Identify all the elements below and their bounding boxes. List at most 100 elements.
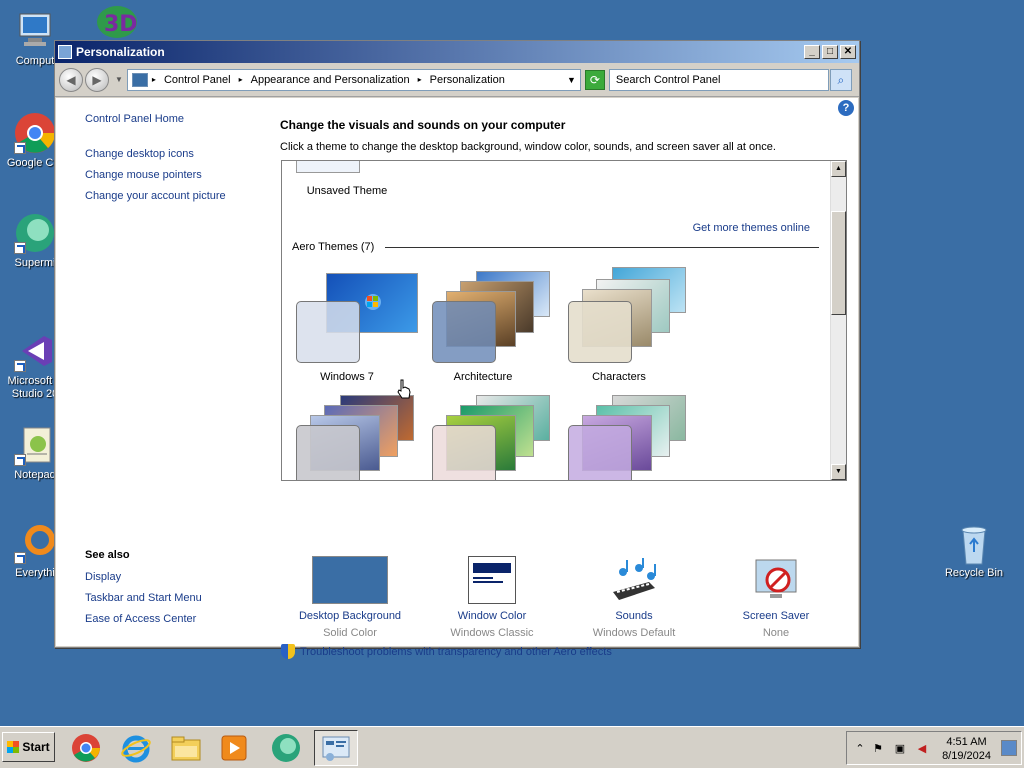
theme-color-swatch [432, 301, 496, 363]
theme-color-swatch [296, 425, 360, 480]
search-input[interactable]: Search Control Panel [608, 68, 829, 91]
clock-time: 4:51 AM [946, 736, 987, 748]
theme-label: Architecture [453, 371, 513, 383]
see-also-heading: See also [85, 549, 130, 561]
theme-unsaved[interactable]: Unsaved Theme [282, 161, 412, 197]
hand-cursor-icon [397, 379, 411, 399]
taskbar-supermium[interactable] [264, 730, 308, 766]
system-tray: ⌃ ⚑ ▣ ◀ 4:51 AM 8/19/2024 [846, 731, 1022, 765]
breadcrumb-control-panel[interactable]: Control Panel [164, 74, 231, 86]
close-button[interactable]: ✕ [840, 45, 856, 59]
theme-color-swatch [296, 301, 360, 363]
minimize-button[interactable]: _ [804, 45, 820, 59]
visual-studio-icon [14, 330, 56, 372]
windows-logo-icon [7, 741, 20, 753]
taskbar: Start ⌃ ⚑ ▣ ◀ 4:51 AM 8/19/2024 [0, 726, 1024, 768]
breadcrumb-personalization[interactable]: Personalization [430, 74, 505, 86]
internet-explorer-icon [121, 735, 151, 763]
shortcut-arrow-icon [14, 242, 26, 254]
chrome-icon [14, 112, 56, 154]
theme-scenes[interactable] [554, 395, 686, 480]
window-color-link[interactable]: Window Color [422, 610, 562, 622]
taskbar-control-panel[interactable] [314, 730, 358, 766]
maximize-button[interactable]: □ [822, 45, 838, 59]
forward-arrow-icon[interactable]: ▶ [85, 67, 109, 92]
theme-nature[interactable] [418, 395, 550, 480]
address-bar: ◀ ▶ ▼ ▸ Control Panel ▸ Appearance and P… [55, 63, 859, 97]
search-icon[interactable]: ⌕ [829, 68, 852, 91]
taskbar-file-explorer[interactable] [164, 730, 208, 766]
window-color-setting[interactable]: Window Color Windows Classic [422, 556, 562, 639]
control-panel-home-link[interactable]: Control Panel Home [85, 113, 184, 125]
shield-icon [281, 644, 295, 659]
supermium-icon [14, 212, 56, 254]
taskbar-chrome[interactable] [64, 730, 108, 766]
desktop-icon-recycle-bin[interactable]: Recycle Bin [935, 522, 1013, 580]
theme-architecture[interactable]: Architecture [418, 271, 550, 383]
theme-preview [296, 161, 360, 173]
theme-color-swatch [568, 425, 632, 480]
back-arrow-icon[interactable]: ◀ [59, 67, 83, 92]
taskbar-internet-explorer[interactable] [114, 730, 158, 766]
screen-saver-link[interactable]: Screen Saver [706, 610, 846, 622]
desktop-background-setting[interactable]: Desktop Background Solid Color [280, 556, 420, 639]
control-panel-icon [58, 45, 72, 59]
clock[interactable]: 4:51 AM 8/19/2024 [942, 735, 991, 763]
everything-search-icon [14, 522, 56, 564]
scrollbar-thumb[interactable] [831, 211, 846, 315]
recent-pages-dropdown-icon[interactable]: ▼ [115, 75, 123, 84]
chevron-right-icon[interactable]: ▸ [418, 75, 422, 84]
network-icon[interactable]: ▣ [893, 742, 907, 756]
theme-label: Unsaved Theme [306, 185, 388, 197]
ease-of-access-link[interactable]: Ease of Access Center [85, 613, 196, 625]
start-label: Start [22, 740, 50, 754]
theme-landscapes[interactable] [282, 395, 414, 480]
breadcrumb[interactable]: ▸ Control Panel ▸ Appearance and Persona… [126, 68, 581, 91]
troubleshoot-link[interactable]: Troubleshoot problems with transparency … [300, 646, 612, 658]
change-desktop-icons-link[interactable]: Change desktop icons [85, 148, 194, 160]
screen-saver-setting[interactable]: Screen Saver None [706, 556, 846, 639]
volume-muted-icon[interactable]: ◀ [915, 742, 929, 756]
window-title: Personalization [76, 45, 165, 59]
help-icon[interactable]: ? [838, 100, 854, 116]
theme-characters[interactable]: Characters [554, 267, 686, 383]
show-hidden-icons-icon[interactable]: ⌃ [853, 742, 867, 756]
theme-windows-7[interactable]: Windows 7 [282, 271, 418, 383]
sounds-link[interactable]: Sounds [564, 610, 704, 622]
left-nav: Control Panel Home Change desktop icons … [56, 98, 274, 646]
troubleshoot-link-row[interactable]: Troubleshoot problems with transparency … [281, 644, 612, 659]
change-mouse-pointers-link[interactable]: Change mouse pointers [85, 169, 202, 181]
chevron-right-icon[interactable]: ▸ [152, 75, 156, 84]
chevron-down-icon[interactable]: ▼ [567, 75, 576, 85]
computer-icon [14, 10, 56, 52]
scroll-down-icon[interactable]: ▼ [831, 464, 846, 480]
theme-list-scrollbar[interactable]: ▲ ▼ [830, 161, 846, 480]
folder-icon [171, 736, 201, 761]
show-desktop-icon[interactable] [1001, 740, 1017, 756]
title-bar[interactable]: Personalization _ □ ✕ [55, 41, 859, 63]
taskbar-start-menu-link[interactable]: Taskbar and Start Menu [85, 592, 202, 604]
chevron-right-icon[interactable]: ▸ [239, 75, 243, 84]
sounds-setting[interactable]: Sounds Windows Default [564, 556, 704, 639]
taskbar-media-player[interactable] [212, 730, 256, 766]
recycle-bin-icon [953, 522, 995, 565]
theme-color-swatch [432, 425, 496, 480]
display-link[interactable]: Display [85, 571, 121, 583]
refresh-icon[interactable]: ⟳ [584, 69, 605, 90]
breadcrumb-appearance[interactable]: Appearance and Personalization [251, 74, 410, 86]
screen-saver-icon [752, 556, 800, 604]
theme-list[interactable]: Unsaved Theme Get more themes online Aer… [281, 160, 847, 481]
theme-label: Characters [592, 371, 646, 383]
start-button[interactable]: Start [2, 732, 55, 762]
page-title: Change the visuals and sounds on your co… [280, 118, 566, 132]
scroll-up-icon[interactable]: ▲ [831, 161, 846, 177]
desktop-background-icon [312, 556, 388, 604]
window-color-value: Windows Classic [450, 627, 534, 639]
control-panel-icon [131, 72, 148, 87]
svg-text:3D: 3D [104, 12, 138, 37]
change-account-picture-link[interactable]: Change your account picture [85, 190, 226, 202]
action-center-flag-icon[interactable]: ⚑ [871, 742, 885, 756]
desktop-background-link[interactable]: Desktop Background [280, 610, 420, 622]
shortcut-arrow-icon [14, 142, 26, 154]
get-more-themes-link[interactable]: Get more themes online [693, 222, 810, 234]
